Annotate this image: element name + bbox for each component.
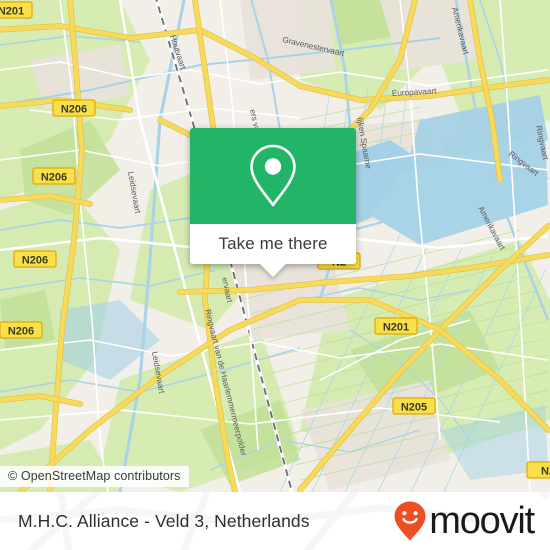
svg-text:N2: N2	[541, 466, 550, 478]
place-title: M.H.C. Alliance - Veld 3, Netherlands	[18, 510, 310, 531]
svg-text:N201: N201	[383, 322, 409, 334]
take-me-there-button[interactable]: Take me there	[190, 224, 356, 264]
popup-pointer-tail	[259, 263, 287, 277]
svg-text:N205: N205	[401, 402, 427, 414]
map-attribution[interactable]: © OpenStreetMap contributors	[0, 466, 189, 487]
place-popup-card[interactable]: Take me there	[190, 128, 356, 277]
moovit-place-card-screenshot: .w{fill:none;stroke:#a5d1e6;} .wt{fill:n…	[0, 0, 550, 550]
svg-text:N206: N206	[8, 326, 34, 338]
svg-text:N206: N206	[22, 255, 48, 267]
popup-header	[190, 128, 356, 224]
moovit-wordmark: moovit	[429, 500, 535, 542]
footer-bar: M.H.C. Alliance - Veld 3, Netherlands mo…	[0, 492, 550, 550]
svg-text:N206: N206	[61, 104, 87, 116]
svg-text:N206: N206	[41, 172, 67, 184]
map-pin-icon	[246, 143, 300, 209]
moovit-logo[interactable]: moovit	[393, 500, 535, 542]
svg-text:N201: N201	[0, 6, 24, 18]
moovit-smiley-pin-icon	[393, 500, 427, 542]
take-me-there-label: Take me there	[218, 234, 328, 253]
